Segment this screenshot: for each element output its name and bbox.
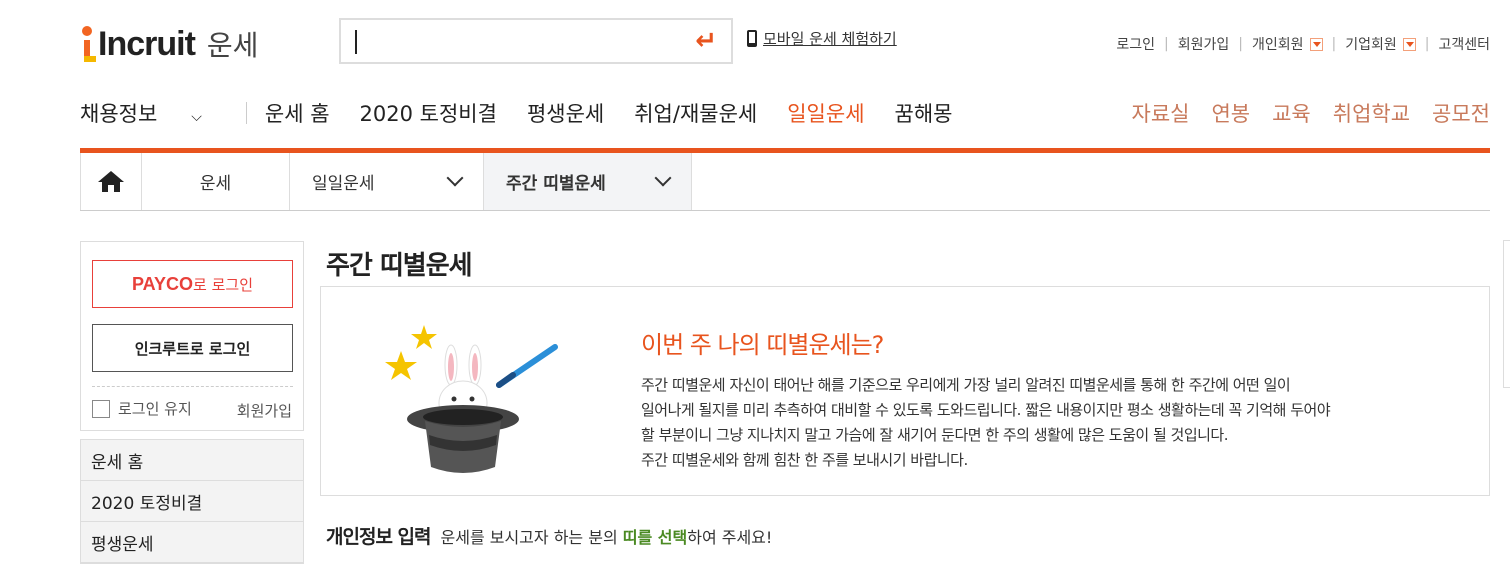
intro-description: 주간 띠별운세 자신이 태어난 해를 기준으로 우리에게 가장 널리 알려진 띠… xyxy=(641,373,1461,473)
utility-links: 로그인 | 회원가입 | 개인회원 | 기업회원 | 고객센터 xyxy=(1116,34,1490,54)
logo-subtitle: 운세 xyxy=(206,29,259,62)
dropdown-arrow-icon[interactable] xyxy=(1402,37,1416,51)
intro-line: 주간 띠별운세 자신이 태어난 해를 기준으로 우리에게 가장 널리 알려진 띠… xyxy=(641,376,1291,394)
intro-line: 일어나게 될지를 미리 추측하여 대비할 수 있도록 도와드립니다. 짧은 내용… xyxy=(641,401,1331,419)
chevron-down-icon xyxy=(446,169,464,187)
side-menu: 운세 홈 2020 토정비결 평생운세 xyxy=(80,439,304,564)
mobile-link-label: 모바일 운세 체험하기 xyxy=(763,30,897,48)
nav-dream-interpretation[interactable]: 꿈해몽 xyxy=(895,98,953,128)
nav-jobs[interactable]: 채용정보 ⌵ xyxy=(80,98,232,128)
home-button[interactable] xyxy=(80,153,142,210)
home-icon xyxy=(98,170,124,193)
nav-divider xyxy=(245,102,247,124)
breadcrumb-daily-fortune-label: 일일운세 xyxy=(312,174,375,194)
side-menu-lifetime-fortune[interactable]: 평생운세 xyxy=(81,522,303,563)
intro-box: 이번 주 나의 띠별운세는? 주간 띠별운세 자신이 태어난 해를 기준으로 우… xyxy=(320,286,1490,496)
page-title: 주간 띠별운세 xyxy=(326,251,473,281)
login-link[interactable]: 로그인 xyxy=(1116,34,1155,54)
nav-contest[interactable]: 공모전 xyxy=(1432,98,1490,128)
info-desc-pre: 운세를 보시고자 하는 분의 xyxy=(440,528,623,547)
search-input[interactable] xyxy=(351,26,675,58)
keep-login-option[interactable]: 로그인 유지 xyxy=(92,398,192,419)
personal-info-header: 개인정보 입력 운세를 보시고자 하는 분의 띠를 선택하여 주세요! xyxy=(326,522,772,549)
main-navigation: 채용정보 ⌵ 운세 홈 2020 토정비결 평생운세 취업/재물운세 일일운세 꿈… xyxy=(80,98,982,128)
breadcrumb-daily-fortune-dropdown[interactable]: 일일운세 xyxy=(290,153,484,210)
side-menu-fortune-home[interactable]: 운세 홈 xyxy=(81,440,303,481)
chevron-down-icon xyxy=(654,169,672,187)
customer-center-link[interactable]: 고객센터 xyxy=(1438,34,1490,54)
magic-hat-rabbit-illustration xyxy=(385,325,558,473)
incruit-login-button[interactable]: 인크루트로 로그인 xyxy=(92,324,293,372)
info-desc-post: 하여 주세요! xyxy=(687,528,773,547)
mobile-phone-icon xyxy=(747,30,757,47)
intro-heading: 이번 주 나의 띠별운세는? xyxy=(641,331,884,359)
text-cursor xyxy=(355,30,357,54)
breadcrumb-fortune[interactable]: 운세 xyxy=(142,153,290,210)
breadcrumb: 운세 일일운세 주간 띠별운세 xyxy=(80,153,1490,211)
personal-info-title: 개인정보 입력 xyxy=(326,526,431,548)
nav-resources[interactable]: 자료실 xyxy=(1132,98,1190,128)
signup-link[interactable]: 회원가입 xyxy=(1178,34,1230,54)
nav-job-wealth-fortune[interactable]: 취업/재물운세 xyxy=(634,98,757,128)
dropdown-arrow-icon[interactable] xyxy=(1309,37,1323,51)
nav-job-school[interactable]: 취업학교 xyxy=(1333,98,1410,128)
enter-arrow-icon[interactable]: ↵ xyxy=(695,28,717,54)
secondary-navigation: 자료실 연봉 교육 취업학교 공모전 xyxy=(1110,98,1491,128)
payco-login-suffix: 로 로그인 xyxy=(193,275,253,294)
personal-info-description: 운세를 보시고자 하는 분의 띠를 선택하여 주세요! xyxy=(441,524,773,548)
search-box[interactable]: ↵ xyxy=(339,18,733,64)
intro-line: 할 부분이니 그냥 지나치지 말고 가슴에 잘 새기어 둔다면 한 주의 생활에… xyxy=(641,426,1229,444)
nav-jobs-label: 채용정보 xyxy=(80,102,158,126)
nav-tojeong[interactable]: 2020 토정비결 xyxy=(360,98,497,128)
nav-daily-fortune[interactable]: 일일운세 xyxy=(787,98,864,128)
info-desc-highlight: 띠를 선택 xyxy=(622,528,688,547)
intro-line: 주간 띠별운세와 함께 힘찬 한 주를 보내시기 바랍니다. xyxy=(641,451,968,469)
payco-login-button[interactable]: PAYCO 로 로그인 xyxy=(92,260,293,308)
personal-member-link[interactable]: 개인회원 xyxy=(1252,34,1304,54)
breadcrumb-weekly-zodiac-dropdown[interactable]: 주간 띠별운세 xyxy=(484,153,692,210)
keep-login-label: 로그인 유지 xyxy=(118,400,192,418)
nav-lifetime-fortune[interactable]: 평생운세 xyxy=(527,98,604,128)
nav-salary[interactable]: 연봉 xyxy=(1211,98,1250,128)
chevron-down-icon: ⌵ xyxy=(191,109,202,125)
payco-brand: PAYCO xyxy=(132,273,194,294)
logo-text: Incruit xyxy=(98,24,196,63)
login-divider xyxy=(92,386,293,387)
keep-login-checkbox[interactable] xyxy=(92,399,110,418)
nav-education[interactable]: 교육 xyxy=(1272,98,1311,128)
incruit-logo[interactable]: Incruit 운세 xyxy=(80,22,258,66)
join-link[interactable]: 회원가입 xyxy=(237,400,292,421)
floating-side-panel-edge xyxy=(1503,240,1510,388)
incruit-logo-mark-icon xyxy=(80,24,96,64)
mobile-fortune-link[interactable]: 모바일 운세 체험하기 xyxy=(747,28,897,49)
side-menu-tojeong[interactable]: 2020 토정비결 xyxy=(81,481,303,522)
login-panel: PAYCO 로 로그인 인크루트로 로그인 로그인 유지 회원가입 xyxy=(80,241,304,431)
nav-fortune-home[interactable]: 운세 홈 xyxy=(265,98,330,128)
company-member-link[interactable]: 기업회원 xyxy=(1345,34,1397,54)
breadcrumb-weekly-zodiac-label: 주간 띠별운세 xyxy=(506,174,606,194)
